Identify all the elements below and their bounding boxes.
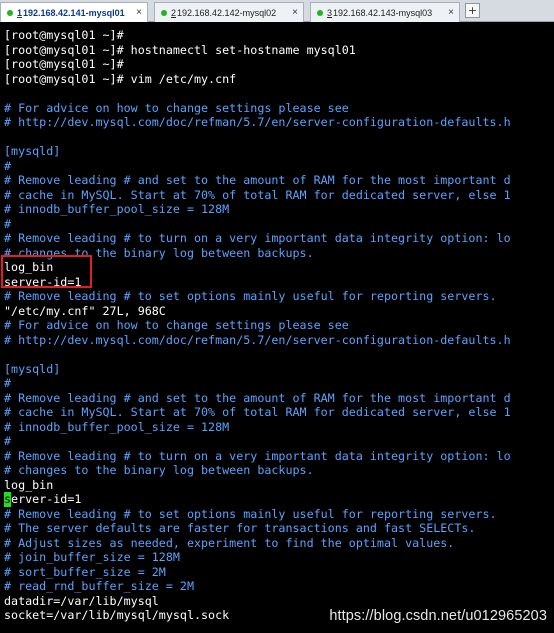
terminal-line: # (4, 158, 12, 173)
terminal-line: [root@mysql01 ~]# (4, 28, 124, 42)
terminal-line: # Remove leading # to set options mainly… (4, 506, 497, 521)
tab-label: 192.168.42.142-mysql02 (177, 7, 277, 18)
terminal-line: # (4, 434, 12, 448)
close-icon[interactable]: × (448, 7, 454, 18)
text-cursor: s (4, 492, 12, 507)
tab-number: 3 (327, 7, 333, 18)
terminal-line: # innodb_buffer_pool_size = 128M (4, 419, 230, 434)
new-tab-button[interactable]: + (465, 3, 480, 18)
connected-status-icon (7, 9, 13, 16)
terminal-line: # cache in MySQL. Start at 70% of total … (4, 405, 511, 419)
terminal-line: # Adjust sizes as needed, experiment to … (4, 535, 455, 550)
terminal-line: # http://dev.mysql.com/doc/refman/5.7/en… (4, 115, 511, 129)
terminal-line: # Remove leading # to set options mainly… (4, 289, 497, 303)
terminal-line: "/etc/my.cnf" 27L, 968C (4, 303, 166, 318)
terminal-line: # Remove leading # and set to the amount… (4, 173, 511, 187)
tab-mysql02[interactable]: 2 192.168.42.142-mysql02 × (154, 2, 304, 22)
highlight-annotation-box (1, 255, 92, 288)
close-icon[interactable]: × (292, 7, 298, 18)
terminal-line: [root@mysql01 ~]# vim /etc/my.cnf (4, 71, 237, 86)
terminal-line: server-id=1 (4, 492, 81, 507)
terminal-line: # http://dev.mysql.com/doc/refman/5.7/en… (4, 332, 511, 347)
terminal-line: # read_rnd_buffer_size = 2M (4, 579, 194, 593)
terminal-line: log_bin (4, 477, 54, 492)
terminal-line: [mysqld] (4, 144, 61, 158)
connected-status-icon (161, 9, 167, 16)
terminal-line: socket=/var/lib/mysql/mysql.sock (4, 608, 230, 622)
terminal-output[interactable]: [root@mysql01 ~]# [root@mysql01 ~]# hostn… (0, 26, 554, 633)
connected-status-icon (317, 9, 323, 16)
terminal-line: # For advice on how to change settings p… (4, 318, 349, 332)
terminal-line: datadir=/var/lib/mysql (4, 593, 159, 608)
terminal-line: # (4, 216, 12, 231)
tab-number: 1 (17, 7, 23, 18)
watermark-url: https://blog.csdn.net/u012965203 (329, 608, 547, 624)
close-icon[interactable]: × (136, 7, 142, 18)
terminal-line: # Remove leading # to turn on a very imp… (4, 231, 511, 245)
terminal-line: [root@mysql01 ~]# hostnamectl set-hostna… (4, 42, 356, 57)
tab-mysql01[interactable]: 1 192.168.42.141-mysql01 × (0, 2, 148, 22)
terminal-line: # changes to the binary log between back… (4, 463, 314, 477)
terminal-line: # For advice on how to change settings p… (4, 100, 349, 115)
terminal-line: # Remove leading # to turn on a very imp… (4, 448, 511, 463)
terminal-line: # (4, 376, 12, 390)
terminal-line-rest: erver-id=1 (11, 492, 82, 506)
tab-label: 192.168.42.141-mysql01 (23, 7, 125, 18)
terminal-line: [mysqld] (4, 361, 61, 376)
terminal-line: # join_buffer_size = 128M (4, 550, 180, 564)
tab-number: 2 (171, 7, 177, 18)
terminal-line: # cache in MySQL. Start at 70% of total … (4, 187, 511, 202)
terminal-line: [root@mysql01 ~]# (4, 57, 124, 71)
terminal-line: # The server defaults are faster for tra… (4, 521, 476, 535)
terminal-line: # Remove leading # and set to the amount… (4, 390, 511, 405)
session-tab-bar: 1 192.168.42.141-mysql01 × 2 192.168.42.… (0, 0, 554, 22)
terminal-line: # sort_buffer_size = 2M (4, 564, 166, 579)
tab-mysql03[interactable]: 3 192.168.42.143-mysql03 × (310, 2, 460, 22)
terminal-line: # innodb_buffer_pool_size = 128M (4, 202, 230, 216)
tab-label: 192.168.42.143-mysql03 (333, 7, 433, 18)
